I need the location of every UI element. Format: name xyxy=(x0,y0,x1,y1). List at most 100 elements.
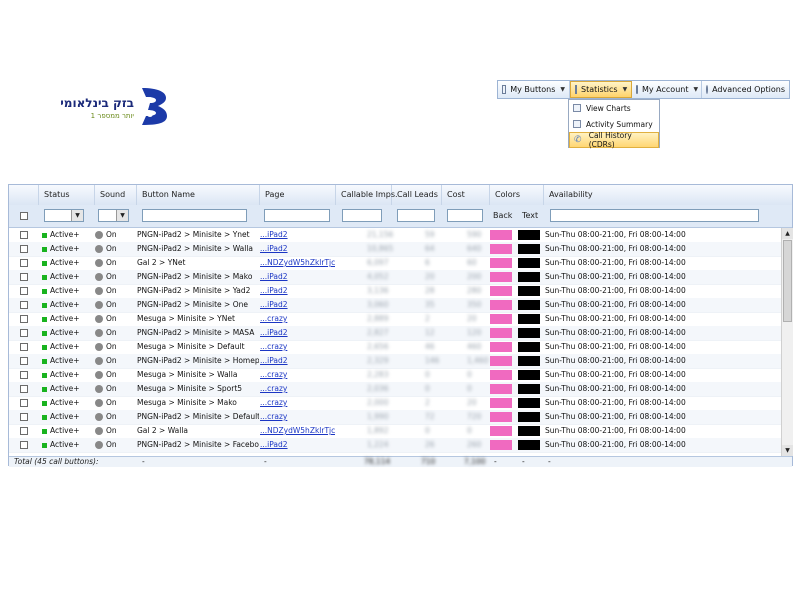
row-page[interactable]: ...iPad2 xyxy=(260,228,335,242)
row-page[interactable]: ...iPad2 xyxy=(260,438,335,452)
row-status[interactable]: Active+ xyxy=(42,438,94,452)
table-row[interactable]: Active+ On PNGN-iPad2 > Minisite > Homepag… xyxy=(9,354,781,369)
row-back-color-swatch[interactable] xyxy=(490,244,512,254)
row-page-link[interactable]: ...iPad2 xyxy=(260,328,288,337)
row-page[interactable]: ...iPad2 xyxy=(260,242,335,256)
col-cost[interactable]: Cost xyxy=(442,185,490,205)
row-page-link[interactable]: ...iPad2 xyxy=(260,244,288,253)
scroll-up-icon[interactable]: ▲ xyxy=(782,228,793,239)
call-leads-filter-input[interactable] xyxy=(397,209,435,222)
row-back-color-swatch[interactable] xyxy=(490,370,512,380)
row-checkbox[interactable] xyxy=(20,329,28,337)
row-text-color-swatch[interactable] xyxy=(518,314,540,324)
advanced-options-button[interactable]: Advanced Options xyxy=(702,81,789,98)
statistics-menu[interactable]: Statistics ▼ xyxy=(570,81,632,98)
table-row[interactable]: Active+ On PNGN-iPad2 > Minisite > Walla..… xyxy=(9,242,781,257)
table-row[interactable]: Active+ On PNGN-iPad2 > Minisite > Default… xyxy=(9,410,781,425)
page-filter-input[interactable] xyxy=(264,209,330,222)
row-back-color-swatch[interactable] xyxy=(490,440,512,450)
scroll-thumb[interactable] xyxy=(783,240,792,322)
row-text-color-swatch[interactable] xyxy=(518,300,540,310)
row-checkbox[interactable] xyxy=(20,259,28,267)
row-back-color-swatch[interactable] xyxy=(490,328,512,338)
row-page[interactable]: ...NDZydW5hZklrTjcwM xyxy=(260,256,335,270)
my-buttons-menu[interactable]: My Buttons ▼ xyxy=(498,81,570,98)
row-page-link[interactable]: ...crazy xyxy=(260,314,287,323)
row-text-color-swatch[interactable] xyxy=(518,426,540,436)
row-page-link[interactable]: ...crazy xyxy=(260,342,287,351)
row-back-color-swatch[interactable] xyxy=(490,286,512,296)
row-back-color-swatch[interactable] xyxy=(490,356,512,366)
table-row[interactable]: Active+ On PNGN-iPad2 > Minisite > Yad2...… xyxy=(9,284,781,299)
row-sound[interactable]: On xyxy=(95,242,135,256)
table-row[interactable]: Active+ On PNGN-iPad2 > Minisite > Faceboo… xyxy=(9,438,781,453)
row-status[interactable]: Active+ xyxy=(42,228,94,242)
row-status[interactable]: Active+ xyxy=(42,312,94,326)
table-row[interactable]: Active+ On Mesuga > Minisite > Walla ...cra… xyxy=(9,368,781,383)
row-page-link[interactable]: ...iPad2 xyxy=(260,440,288,449)
row-page[interactable]: ...iPad2 xyxy=(260,284,335,298)
status-filter-select[interactable]: ▼ xyxy=(44,209,84,222)
row-status[interactable]: Active+ xyxy=(42,396,94,410)
table-row[interactable]: Active+ On PNGN-iPad2 > Minisite > Ynet...… xyxy=(9,228,781,243)
row-back-color-swatch[interactable] xyxy=(490,384,512,394)
table-row[interactable]: Active+ On Mesuga > Minisite > Sport5 ...cr… xyxy=(9,382,781,397)
row-status[interactable]: Active+ xyxy=(42,382,94,396)
row-page[interactable]: ...crazy xyxy=(260,340,335,354)
table-row[interactable]: Active+ On PNGN-iPad2 > Minisite > MASA...… xyxy=(9,326,781,341)
row-text-color-swatch[interactable] xyxy=(518,384,540,394)
row-sound[interactable]: On xyxy=(95,284,135,298)
row-back-color-swatch[interactable] xyxy=(490,258,512,268)
table-row[interactable]: Active+ On Mesuga > Minisite > Mako ...craz… xyxy=(9,396,781,411)
row-checkbox[interactable] xyxy=(20,301,28,309)
row-sound[interactable]: On xyxy=(95,368,135,382)
select-all-checkbox[interactable] xyxy=(20,212,28,220)
row-checkbox[interactable] xyxy=(20,385,28,393)
row-text-color-swatch[interactable] xyxy=(518,272,540,282)
row-back-color-swatch[interactable] xyxy=(490,426,512,436)
my-account-menu[interactable]: My Account ▼ xyxy=(632,81,702,98)
row-text-color-swatch[interactable] xyxy=(518,356,540,366)
row-page[interactable]: ...crazy xyxy=(260,382,335,396)
row-page[interactable]: ...iPad2 xyxy=(260,354,335,368)
row-status[interactable]: Active+ xyxy=(42,270,94,284)
row-sound[interactable]: On xyxy=(95,438,135,452)
row-checkbox[interactable] xyxy=(20,371,28,379)
vertical-scrollbar[interactable]: ▲ ▼ xyxy=(781,228,793,456)
row-text-color-swatch[interactable] xyxy=(518,370,540,380)
col-status[interactable]: Status xyxy=(39,185,95,205)
availability-filter-input[interactable] xyxy=(550,209,759,222)
row-sound[interactable]: On xyxy=(95,340,135,354)
row-page[interactable]: ...crazy xyxy=(260,396,335,410)
menu-item-activity-summary[interactable]: Activity Summary xyxy=(569,116,659,132)
row-text-color-swatch[interactable] xyxy=(518,440,540,450)
row-back-color-swatch[interactable] xyxy=(490,272,512,282)
col-callable-imps[interactable]: Callable Imps. xyxy=(336,185,398,205)
row-checkbox[interactable] xyxy=(20,231,28,239)
row-status[interactable]: Active+ xyxy=(42,242,94,256)
row-checkbox[interactable] xyxy=(20,357,28,365)
row-page[interactable]: ...iPad2 xyxy=(260,326,335,340)
row-page-link[interactable]: ...iPad2 xyxy=(260,272,288,281)
row-sound[interactable]: On xyxy=(95,354,135,368)
row-checkbox[interactable] xyxy=(20,343,28,351)
sound-filter-select[interactable]: ▼ xyxy=(98,209,129,222)
row-checkbox[interactable] xyxy=(20,427,28,435)
row-sound[interactable]: On xyxy=(95,270,135,284)
row-back-color-swatch[interactable] xyxy=(490,300,512,310)
row-checkbox[interactable] xyxy=(20,399,28,407)
row-sound[interactable]: On xyxy=(95,410,135,424)
row-status[interactable]: Active+ xyxy=(42,256,94,270)
row-text-color-swatch[interactable] xyxy=(518,286,540,296)
row-page-link[interactable]: ...iPad2 xyxy=(260,300,288,309)
row-status[interactable]: Active+ xyxy=(42,424,94,438)
row-page-link[interactable]: ...iPad2 xyxy=(260,356,288,365)
row-page-link[interactable]: ...NDZydW5hZklrTjcwM xyxy=(260,258,335,267)
table-row[interactable]: Active+ On Mesuga > Minisite > YNet ...craz… xyxy=(9,312,781,327)
row-page-link[interactable]: ...iPad2 xyxy=(260,230,288,239)
table-row[interactable]: Active+ On Mesuga > Minisite > Default ...c… xyxy=(9,340,781,355)
col-availability[interactable]: Availability xyxy=(544,185,792,205)
col-button-name[interactable]: Button Name xyxy=(137,185,260,205)
row-back-color-swatch[interactable] xyxy=(490,398,512,408)
row-page-link[interactable]: ...crazy xyxy=(260,384,287,393)
